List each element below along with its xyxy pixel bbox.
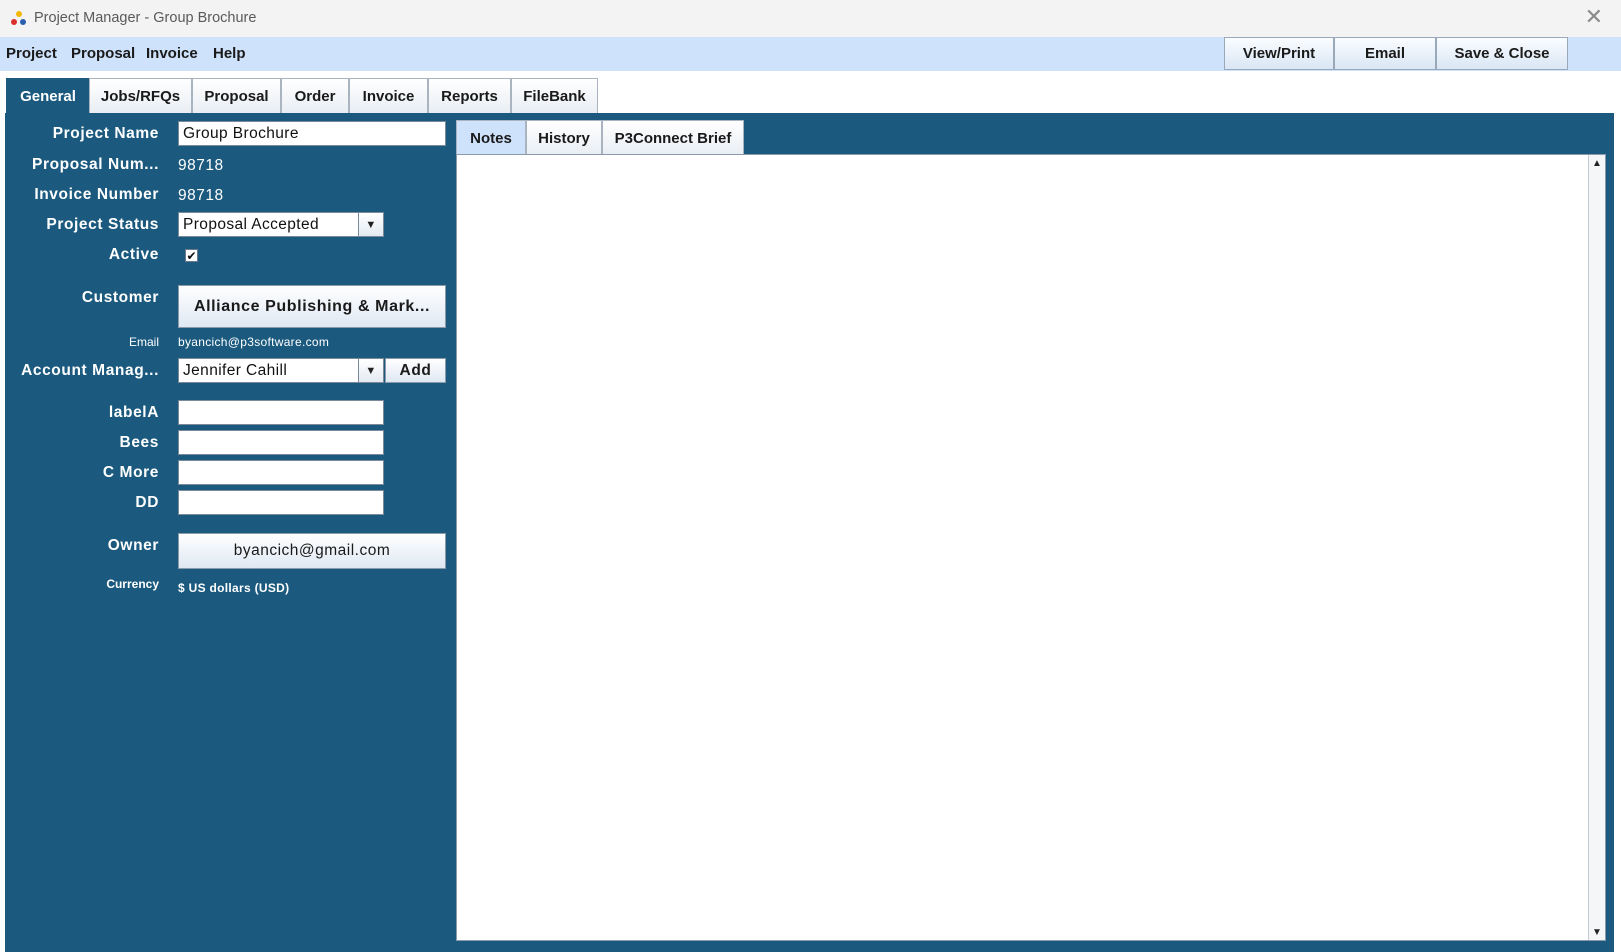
proposal-number-label: Proposal Num... — [32, 156, 159, 173]
menu-invoice[interactable]: Invoice — [146, 45, 198, 62]
chevron-down-icon[interactable]: ▼ — [358, 213, 383, 236]
tab-order[interactable]: Order — [281, 78, 349, 113]
add-account-manager-button[interactable]: Add — [385, 358, 446, 383]
c-more-input[interactable] — [178, 460, 384, 485]
tab-invoice[interactable]: Invoice — [349, 78, 428, 113]
invoice-number-label: Invoice Number — [34, 186, 159, 203]
account-manager-value: Jennifer Cahill — [183, 362, 288, 379]
view-print-button[interactable]: View/Print — [1224, 37, 1334, 70]
project-status-select[interactable]: Proposal Accepted ▼ — [178, 212, 384, 237]
app-logo-icon — [11, 11, 27, 27]
save-close-button[interactable]: Save & Close — [1436, 37, 1568, 70]
window-title: Project Manager - Group Brochure — [34, 10, 257, 26]
notes-scrollbar[interactable]: ▲ ▼ — [1588, 155, 1605, 940]
currency-label: Currency — [106, 577, 159, 591]
proposal-number-value: 98718 — [178, 157, 224, 174]
account-manager-select[interactable]: Jennifer Cahill ▼ — [178, 358, 384, 383]
owner-label: Owner — [107, 537, 159, 554]
subtab-history[interactable]: History — [526, 120, 602, 155]
bees-label: Bees — [119, 434, 159, 451]
dd-input[interactable] — [178, 490, 384, 515]
menu-help[interactable]: Help — [213, 45, 246, 62]
menu-project[interactable]: Project — [6, 45, 57, 62]
owner-button[interactable]: byancich@gmail.com — [178, 533, 446, 569]
tab-reports[interactable]: Reports — [428, 78, 511, 113]
tab-jobs-rfqs[interactable]: Jobs/RFQs — [89, 78, 192, 113]
project-name-input[interactable]: Group Brochure — [178, 121, 446, 146]
general-panel: Project Name Group Brochure Proposal Num… — [5, 113, 1614, 952]
email-button[interactable]: Email — [1334, 37, 1436, 70]
tab-general[interactable]: General — [6, 78, 90, 113]
account-manager-label: Account Manag... — [21, 362, 159, 379]
customer-label: Customer — [81, 289, 159, 306]
project-status-label: Project Status — [46, 216, 159, 233]
menu-bar: Project Proposal Invoice Help View/Print… — [0, 37, 1621, 71]
customer-button[interactable]: Alliance Publishing & Mark... — [178, 285, 446, 328]
active-checkbox[interactable]: ✔ — [185, 249, 198, 262]
menu-proposal[interactable]: Proposal — [71, 45, 135, 62]
active-label: Active — [108, 246, 159, 263]
subtab-notes[interactable]: Notes — [456, 120, 526, 155]
currency-value: $ US dollars (USD) — [178, 581, 290, 595]
email-label: Email — [128, 335, 159, 349]
title-bar: Project Manager - Group Brochure ✕ — [0, 0, 1621, 37]
labelA-input[interactable] — [178, 400, 384, 425]
scroll-down-arrow-icon[interactable]: ▼ — [1589, 924, 1605, 940]
tab-filebank[interactable]: FileBank — [511, 78, 598, 113]
tab-proposal[interactable]: Proposal — [192, 78, 281, 113]
labelA-label: labelA — [108, 404, 159, 421]
project-status-value: Proposal Accepted — [183, 216, 320, 233]
email-value: byancich@p3software.com — [178, 335, 330, 349]
chevron-down-icon[interactable]: ▼ — [358, 359, 383, 382]
scroll-up-arrow-icon[interactable]: ▲ — [1589, 155, 1605, 171]
bees-input[interactable] — [178, 430, 384, 455]
invoice-number-value: 98718 — [178, 187, 224, 204]
close-icon[interactable]: ✕ — [1585, 6, 1603, 28]
dd-label: DD — [135, 494, 159, 511]
c-more-label: C More — [102, 464, 159, 481]
subtab-p3connect-brief[interactable]: P3Connect Brief — [602, 120, 744, 155]
project-name-label: Project Name — [52, 125, 159, 142]
notes-textarea[interactable]: ▲ ▼ — [456, 154, 1606, 941]
